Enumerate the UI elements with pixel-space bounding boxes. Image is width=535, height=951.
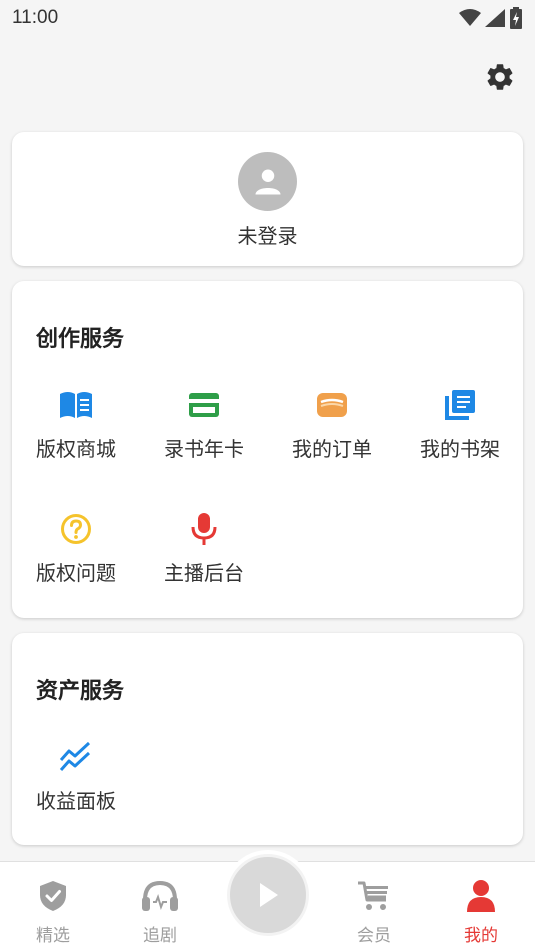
play-icon	[260, 883, 278, 907]
battery-icon	[510, 7, 522, 29]
shield-check-icon	[40, 880, 66, 911]
service-my-orders[interactable]: 我的订单	[268, 385, 396, 465]
card-icon	[189, 393, 219, 417]
status-bar: 11:00	[0, 0, 535, 36]
status-time: 11:00	[12, 7, 59, 28]
nav-series[interactable]: 追剧	[120, 876, 200, 946]
login-status-label[interactable]: 未登录	[12, 220, 523, 249]
person-icon	[255, 169, 280, 194]
service-annual-card[interactable]: 录书年卡	[140, 385, 268, 465]
service-label: 我的书架	[420, 437, 500, 461]
headphones-icon	[142, 880, 178, 911]
settings-button[interactable]	[483, 60, 517, 94]
cart-icon	[358, 881, 388, 910]
asset-services-card: 资产服务 收益面板	[12, 633, 523, 845]
bottom-nav: 精选 追剧 会员 我的	[0, 850, 535, 951]
question-icon	[61, 514, 91, 544]
service-earnings-panel[interactable]: 收益面板	[12, 737, 140, 817]
section-title-creation: 创作服务	[36, 327, 125, 352]
trend-icon	[59, 742, 91, 771]
nav-label: 追剧	[143, 926, 177, 946]
service-label: 我的订单	[292, 437, 372, 461]
nav-label: 精选	[36, 926, 70, 946]
service-copyright-questions[interactable]: 版权问题	[12, 509, 140, 589]
service-label: 版权商城	[36, 437, 116, 461]
wallet-icon	[317, 393, 347, 417]
play-button-inner	[227, 854, 309, 936]
mic-icon	[191, 513, 217, 545]
avatar[interactable]	[238, 152, 297, 211]
status-icons	[459, 7, 523, 29]
library-icon	[445, 390, 475, 420]
wifi-icon	[459, 9, 481, 26]
creation-services-card: 创作服务 版权商城 录书年卡 我的订单 我的书架 版权问题 主播后台	[12, 281, 523, 618]
nav-mine[interactable]: 我的	[441, 876, 521, 946]
signal-icon	[485, 9, 505, 27]
profile-card[interactable]: 未登录	[12, 132, 523, 266]
open-book-icon	[60, 392, 92, 418]
nav-featured[interactable]: 精选	[13, 876, 93, 946]
section-title-assets: 资产服务	[36, 679, 125, 704]
service-my-bookshelf[interactable]: 我的书架	[396, 385, 524, 465]
service-label: 主播后台	[164, 561, 244, 585]
play-button[interactable]	[223, 850, 313, 940]
service-label: 收益面板	[36, 789, 116, 813]
service-host-dashboard[interactable]: 主播后台	[140, 509, 268, 589]
service-copyright-mall[interactable]: 版权商城	[12, 385, 140, 465]
nav-label: 会员	[357, 926, 391, 946]
nav-label: 我的	[464, 926, 498, 946]
person-icon	[467, 879, 495, 912]
service-label: 版权问题	[36, 561, 116, 585]
service-label: 录书年卡	[164, 437, 244, 461]
gear-icon	[487, 64, 513, 90]
nav-membership[interactable]: 会员	[334, 876, 414, 946]
